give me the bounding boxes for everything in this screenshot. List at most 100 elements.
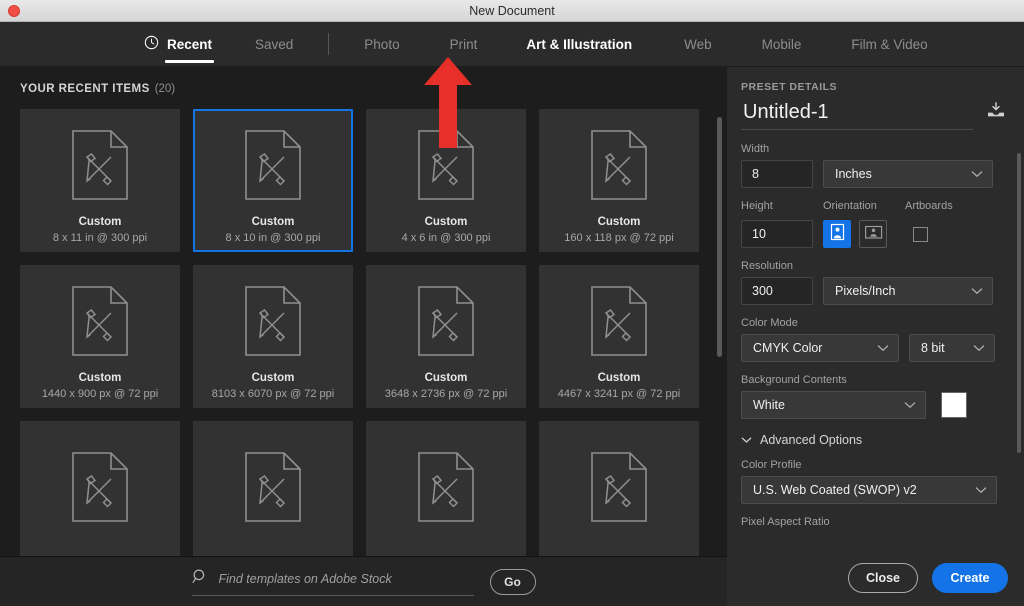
document-name-row — [741, 101, 1006, 129]
recent-item-card[interactable]: Custom8 x 10 in @ 300 ppi — [193, 109, 353, 252]
save-preset-icon[interactable] — [986, 102, 1006, 123]
recent-item-card[interactable] — [193, 421, 353, 564]
resolution-units-select[interactable]: Pixels/Inch — [823, 277, 993, 305]
window-title: New Document — [0, 4, 1024, 18]
recent-item-size: 8103 x 6070 px @ 72 ppi — [212, 388, 334, 400]
tab-recent-label: Recent — [167, 37, 212, 52]
chevron-down-icon — [741, 431, 752, 449]
recent-item-card[interactable]: Custom 160 x 118 px @ 72 ppi — [539, 109, 699, 252]
chevron-down-icon — [973, 341, 985, 355]
chevron-down-icon — [877, 341, 889, 355]
chevron-down-icon — [971, 284, 983, 298]
recent-item-size: 160 x 118 px @ 72 ppi — [564, 232, 673, 244]
search-icon — [192, 568, 209, 590]
tab-film-and-video[interactable]: Film & Video — [849, 22, 929, 67]
background-contents-label: Background Contents — [741, 374, 1006, 386]
color-profile-select[interactable]: U.S. Web Coated (SWOP) v2 — [741, 476, 997, 504]
color-mode-value: CMYK Color — [753, 341, 822, 355]
recent-items-grid: Custom8 x 11 in @ 300 ppi Custom8 x 10 i… — [0, 109, 727, 564]
recent-item-size: 4 x 6 in @ 300 ppi — [402, 232, 491, 244]
tab-art-and-illustration[interactable]: Art & Illustration — [524, 22, 634, 67]
portrait-orientation-icon — [829, 223, 846, 246]
document-preset-icon — [590, 451, 648, 528]
resolution-label: Resolution — [741, 260, 1006, 272]
category-tabbar: Recent Saved Photo Print Art & Illustrat… — [0, 22, 1024, 67]
tab-web[interactable]: Web — [682, 22, 714, 67]
tab-saved[interactable]: Saved — [253, 22, 295, 67]
landscape-orientation-button[interactable] — [859, 220, 887, 248]
recent-item-size: 4467 x 3241 px @ 72 ppi — [558, 388, 680, 400]
color-profile-value: U.S. Web Coated (SWOP) v2 — [753, 483, 917, 497]
recent-items-scrollbar[interactable] — [717, 117, 722, 557]
scrollbar-thumb[interactable] — [717, 117, 722, 357]
recent-item-card[interactable] — [539, 421, 699, 564]
recent-item-card[interactable]: Custom 1440 x 900 px @ 72 ppi — [20, 265, 180, 408]
recent-item-card[interactable]: Custom8 x 11 in @ 300 ppi — [20, 109, 180, 252]
bit-depth-select[interactable]: 8 bit — [909, 334, 995, 362]
background-contents-field-block: Background Contents White — [741, 374, 1006, 419]
document-preset-icon — [417, 129, 475, 206]
search-go-button[interactable]: Go — [490, 569, 536, 595]
tab-art-and-illustration-label: Art & Illustration — [526, 37, 632, 52]
recent-item-card[interactable]: Custom 8103 x 6070 px @ 72 ppi — [193, 265, 353, 408]
tab-mobile-label: Mobile — [762, 37, 802, 52]
tab-recent[interactable]: Recent — [142, 22, 214, 67]
artboards-checkbox[interactable] — [913, 227, 928, 242]
background-contents-select[interactable]: White — [741, 391, 926, 419]
recent-item-card[interactable]: Custom4467 x 3241 px @ 72 ppi — [539, 265, 699, 408]
recent-item-card[interactable] — [366, 421, 526, 564]
advanced-options-toggle[interactable]: Advanced Options — [741, 431, 1006, 449]
pixel-aspect-ratio-label: Pixel Aspect Ratio — [741, 516, 1006, 528]
portrait-orientation-button[interactable] — [823, 220, 851, 248]
preset-details-scrollbar[interactable] — [1017, 153, 1021, 571]
recent-item-card[interactable] — [20, 421, 180, 564]
document-preset-icon — [71, 285, 129, 362]
search-input[interactable]: Find templates on Adobe Stock — [192, 568, 474, 596]
window-titlebar: New Document — [0, 0, 1024, 22]
dialog-action-buttons: Close Create — [848, 563, 1008, 593]
color-mode-select[interactable]: CMYK Color — [741, 334, 899, 362]
recent-item-title: Custom — [598, 216, 641, 228]
tab-saved-label: Saved — [255, 37, 293, 52]
height-input[interactable] — [741, 220, 813, 248]
landscape-orientation-icon — [864, 224, 883, 245]
recent-items-scroll-area: Custom8 x 11 in @ 300 ppi Custom8 x 10 i… — [0, 109, 727, 564]
recent-item-card[interactable]: Custom4 x 6 in @ 300 ppi — [366, 109, 526, 252]
width-input[interactable] — [741, 160, 813, 188]
document-preset-icon — [244, 129, 302, 206]
height-label: Height — [741, 200, 823, 212]
create-button[interactable]: Create — [932, 563, 1008, 593]
units-select[interactable]: Inches — [823, 160, 993, 188]
tab-photo-label: Photo — [364, 37, 399, 52]
recent-item-size: 1440 x 900 px @ 72 ppi — [42, 388, 158, 400]
preset-details-heading: PRESET DETAILS — [741, 81, 1006, 93]
tab-mobile[interactable]: Mobile — [760, 22, 804, 67]
document-name-underline — [741, 129, 973, 130]
width-label: Width — [741, 143, 1006, 155]
bit-depth-value: 8 bit — [921, 341, 945, 355]
tab-photo[interactable]: Photo — [362, 22, 401, 67]
recent-items-header: YOUR RECENT ITEMS(20) — [0, 67, 727, 105]
background-color-swatch[interactable] — [941, 392, 967, 418]
recent-item-size: 8 x 10 in @ 300 ppi — [226, 232, 321, 244]
search-placeholder: Find templates on Adobe Stock — [219, 572, 392, 586]
preset-scrollbar-thumb[interactable] — [1017, 153, 1021, 453]
resolution-units-value: Pixels/Inch — [835, 284, 895, 298]
recent-item-title: Custom — [252, 372, 295, 384]
document-preset-icon — [590, 129, 648, 206]
document-preset-icon — [71, 129, 129, 206]
background-contents-value: White — [753, 398, 785, 412]
preset-details-pane: PRESET DETAILS Width Inches — [727, 67, 1024, 606]
resolution-input[interactable] — [741, 277, 813, 305]
recent-item-size: 3648 x 2736 px @ 72 ppi — [385, 388, 507, 400]
recent-item-card[interactable]: Custom3648 x 2736 px @ 72 ppi — [366, 265, 526, 408]
tab-divider — [328, 33, 329, 55]
document-name-input[interactable] — [741, 101, 956, 129]
tab-print[interactable]: Print — [448, 22, 480, 67]
active-tab-underline — [165, 60, 214, 63]
close-dialog-button[interactable]: Close — [848, 563, 918, 593]
recent-item-title: Custom — [79, 372, 122, 384]
recent-items-pane: YOUR RECENT ITEMS(20) Custom8 x 11 in @ … — [0, 67, 727, 606]
artboards-label: Artboards — [905, 200, 953, 212]
clock-icon — [144, 35, 159, 53]
